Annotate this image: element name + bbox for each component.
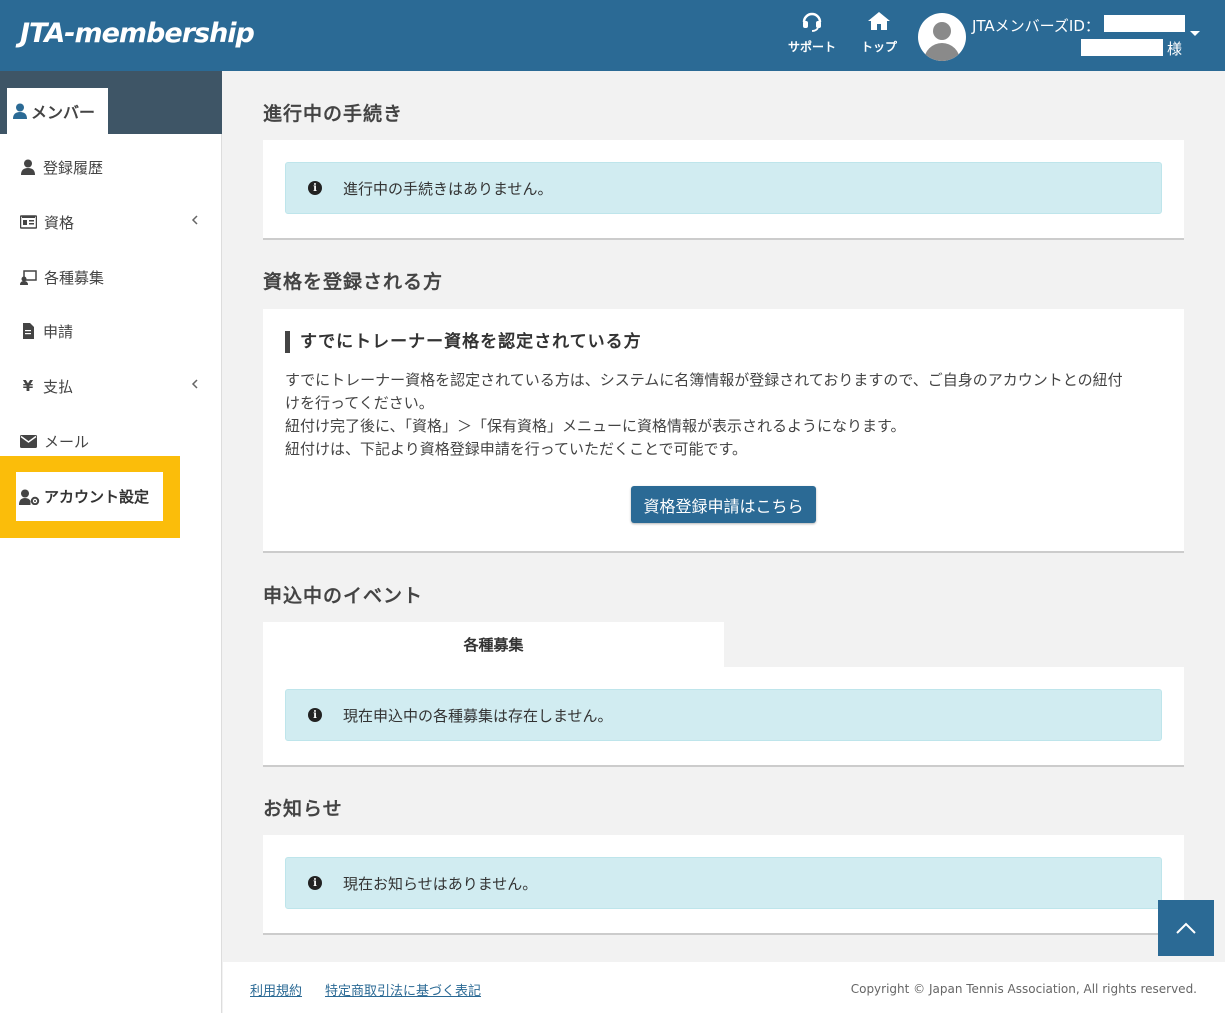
sidebar-item-account-settings[interactable]: アカウント設定 bbox=[16, 472, 163, 521]
info-alert: i 進行中の手続きはありません。 bbox=[285, 162, 1162, 214]
info-alert: i 現在お知らせはありません。 bbox=[285, 857, 1162, 909]
news-card: i 現在お知らせはありません。 bbox=[263, 835, 1184, 935]
honorific: 様 bbox=[1167, 40, 1183, 58]
info-alert: i 現在申込中の各種募集は存在しません。 bbox=[285, 689, 1162, 741]
info-icon: i bbox=[308, 708, 322, 722]
chevron-left-icon bbox=[191, 215, 198, 225]
ongoing-card: i 進行中の手続きはありません。 bbox=[263, 140, 1184, 240]
file-icon bbox=[23, 323, 34, 339]
tab-member[interactable]: メンバー bbox=[7, 88, 108, 134]
top-header: JTA-membership サポート トップ JTAメンバーズID： 様 bbox=[0, 0, 1225, 71]
info-icon: i bbox=[308, 181, 322, 195]
support-label: サポート bbox=[787, 40, 836, 54]
logo[interactable]: JTA-membership bbox=[20, 18, 255, 49]
headset-icon bbox=[802, 12, 822, 32]
user-gear-icon bbox=[19, 489, 40, 505]
sidebar-item-application[interactable]: 申請 bbox=[20, 318, 210, 344]
tab-member-label: メンバー bbox=[31, 103, 96, 122]
copyright: Copyright © Japan Tennis Association, Al… bbox=[850, 982, 1197, 996]
support-button[interactable]: サポート bbox=[782, 10, 842, 55]
member-id-value bbox=[1104, 15, 1185, 32]
info-icon: i bbox=[308, 876, 322, 890]
info-text: 現在申込中の各種募集は存在しません。 bbox=[343, 706, 613, 725]
register-description: すでにトレーナー資格を認定されている方は、システムに名簿情報が登録されております… bbox=[285, 369, 1165, 461]
member-name-value bbox=[1081, 39, 1163, 56]
terms-link[interactable]: 利用規約 bbox=[250, 980, 302, 999]
member-id-label: JTAメンバーズID： bbox=[972, 17, 1100, 35]
register-subtitle: すでにトレーナー資格を認定されている方 bbox=[285, 331, 642, 353]
info-text: 現在お知らせはありません。 bbox=[343, 874, 538, 893]
sidebar-item-qualification[interactable]: 資格 bbox=[20, 209, 210, 235]
user-icon bbox=[21, 159, 35, 175]
sidebar-item-label: 資格 bbox=[44, 213, 75, 232]
envelope-icon bbox=[20, 434, 37, 448]
events-card: i 現在申込中の各種募集は存在しません。 bbox=[263, 667, 1184, 767]
top-button[interactable]: トップ bbox=[849, 10, 909, 55]
footer: 利用規約 特定商取引法に基づく表記 Copyright © Japan Tenn… bbox=[223, 962, 1225, 1013]
sidebar-item-recruit[interactable]: 各種募集 bbox=[20, 264, 210, 290]
avatar[interactable] bbox=[918, 13, 966, 61]
register-line: 紐付けは、下記より資格登録申請を行っていただくことで可能です。 bbox=[285, 440, 748, 458]
recruit-icon bbox=[20, 269, 37, 285]
register-line: けを行ってください。 bbox=[285, 394, 434, 412]
sidebar-item-history[interactable]: 登録履歴 bbox=[20, 154, 210, 180]
scroll-top-button[interactable] bbox=[1158, 900, 1214, 956]
register-application-button[interactable]: 資格登録申請はこちら bbox=[631, 486, 816, 523]
sidebar-item-label: 申請 bbox=[43, 322, 74, 341]
sidebar-item-mail[interactable]: メール bbox=[20, 428, 210, 454]
register-line: 紐付け完了後に、「資格」＞「保有資格」メニューに資格情報が表示されるようになりま… bbox=[285, 417, 906, 435]
chevron-down-icon[interactable] bbox=[1190, 31, 1200, 36]
commerce-law-link[interactable]: 特定商取引法に基づく表記 bbox=[325, 980, 481, 999]
sidebar-item-payment[interactable]: ¥ 支払 bbox=[20, 373, 210, 399]
home-icon bbox=[868, 12, 890, 30]
register-card: すでにトレーナー資格を認定されている方 すでにトレーナー資格を認定されている方は… bbox=[263, 309, 1184, 553]
info-text: 進行中の手続きはありません。 bbox=[343, 179, 553, 198]
account-settings-label: アカウント設定 bbox=[44, 488, 150, 506]
user-icon bbox=[13, 103, 27, 119]
section-title-ongoing: 進行中の手続き bbox=[263, 103, 404, 125]
id-card-icon bbox=[20, 215, 37, 229]
section-title-events: 申込中のイベント bbox=[263, 585, 424, 607]
yen-icon: ¥ bbox=[22, 377, 34, 395]
sidebar-item-label: 登録履歴 bbox=[43, 158, 104, 177]
chevron-left-icon bbox=[191, 379, 198, 389]
section-title-register: 資格を登録される方 bbox=[263, 271, 444, 293]
section-title-news: お知らせ bbox=[263, 798, 343, 820]
chevron-up-icon bbox=[1176, 922, 1196, 934]
sidebar-item-label: 支払 bbox=[43, 377, 74, 396]
sidebar-item-label: 各種募集 bbox=[44, 268, 105, 287]
register-line: すでにトレーナー資格を認定されている方は、システムに名簿情報が登録されております… bbox=[285, 371, 1123, 389]
tab-recruit[interactable]: 各種募集 bbox=[263, 622, 724, 667]
sidebar: メンバー 登録履歴 資格 各種募集 申請 ¥ 支払 メール アカウント設定 bbox=[0, 71, 222, 1013]
sidebar-item-label: メール bbox=[44, 432, 90, 451]
top-label: トップ bbox=[860, 40, 897, 54]
